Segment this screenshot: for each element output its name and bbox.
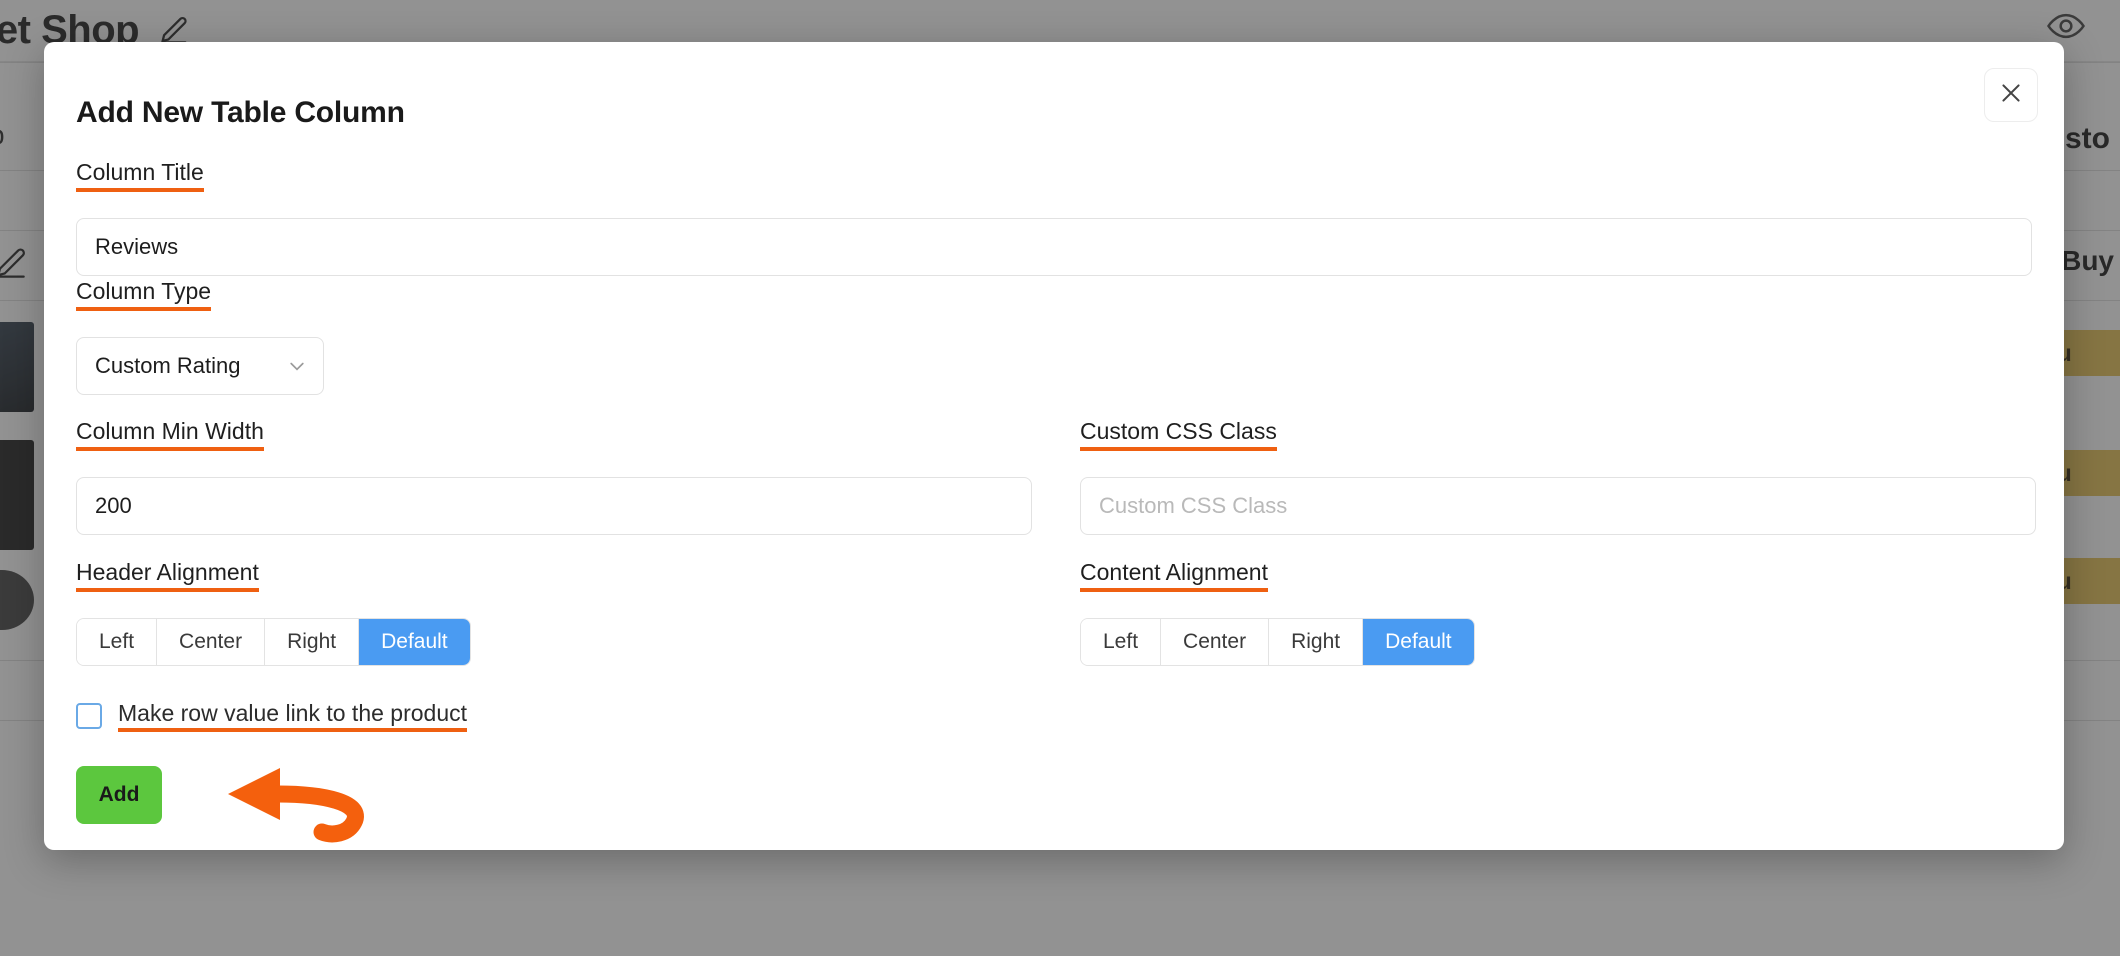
custom-css-class-input[interactable] <box>1080 477 2036 535</box>
add-table-column-modal: Add New Table Column Column Title Column… <box>44 42 2064 850</box>
row-link-checkbox-row: Make row value link to the product <box>76 700 467 732</box>
content-align-center[interactable]: Center <box>1161 619 1269 665</box>
header-align-left[interactable]: Left <box>77 619 157 665</box>
submit-row: Add <box>76 766 162 824</box>
chevron-down-icon <box>287 356 307 376</box>
field-custom-css-class: Custom CSS Class <box>1080 419 2036 535</box>
content-align-left[interactable]: Left <box>1081 619 1161 665</box>
page-title: Add New Table Column <box>76 96 405 130</box>
content-align-default[interactable]: Default <box>1363 619 1474 665</box>
header-align-right[interactable]: Right <box>265 619 359 665</box>
header-align-center[interactable]: Center <box>157 619 265 665</box>
column-min-width-input[interactable] <box>76 477 1032 535</box>
link-to-product-checkbox[interactable] <box>76 703 102 729</box>
label-header-alignment: Header Alignment <box>76 560 259 592</box>
field-column-title: Column Title <box>76 160 2032 276</box>
label-custom-css-class: Custom CSS Class <box>1080 419 1277 451</box>
close-icon <box>1998 80 2024 111</box>
annotation-arrow <box>192 758 392 848</box>
field-column-min-width: Column Min Width <box>76 419 1032 535</box>
content-alignment-group: Left Center Right Default <box>1080 618 1475 666</box>
column-type-select[interactable]: Custom Rating <box>76 337 324 395</box>
field-header-alignment: Header Alignment Left Center Right Defau… <box>76 560 1032 666</box>
column-title-input[interactable] <box>76 218 2032 276</box>
header-align-default[interactable]: Default <box>359 619 470 665</box>
header-alignment-group: Left Center Right Default <box>76 618 471 666</box>
label-column-title: Column Title <box>76 160 204 192</box>
link-to-product-label: Make row value link to the product <box>118 700 467 732</box>
label-content-alignment: Content Alignment <box>1080 560 1268 592</box>
add-button[interactable]: Add <box>76 766 162 824</box>
label-column-type: Column Type <box>76 279 211 311</box>
label-column-min-width: Column Min Width <box>76 419 264 451</box>
close-button[interactable] <box>1984 68 2038 122</box>
column-type-value: Custom Rating <box>95 353 241 379</box>
field-content-alignment: Content Alignment Left Center Right Defa… <box>1080 560 2036 666</box>
content-align-right[interactable]: Right <box>1269 619 1363 665</box>
field-column-type: Column Type Custom Rating <box>76 279 496 395</box>
